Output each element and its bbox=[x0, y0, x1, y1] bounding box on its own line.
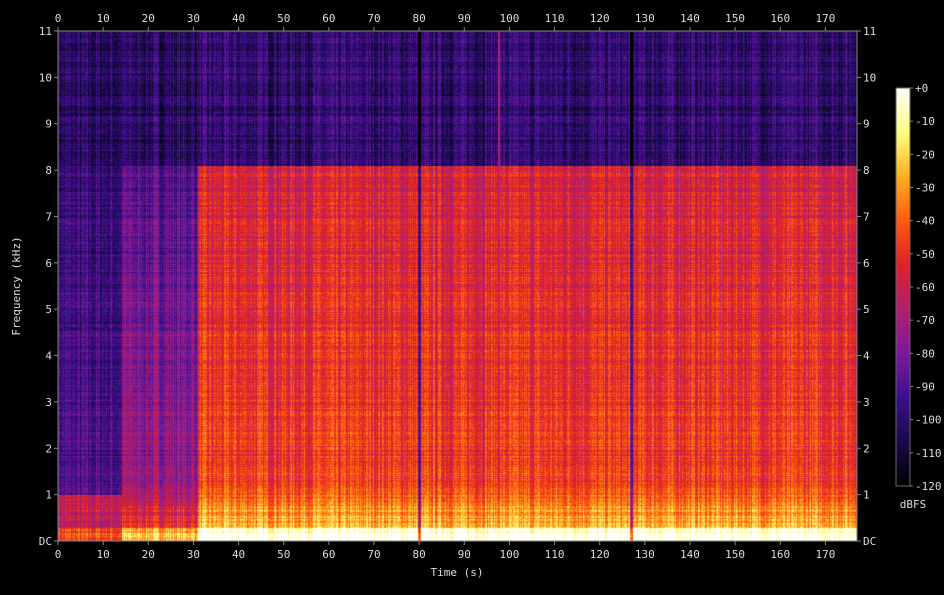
x-tick-label-bottom-160: 160 bbox=[770, 548, 790, 561]
y-tick-label-left-2: 2 bbox=[45, 442, 52, 455]
x-tick-label-top-50: 50 bbox=[277, 12, 290, 25]
y-tick-label-left-9: 9 bbox=[45, 118, 52, 131]
y-tick-label-left-1: 1 bbox=[45, 489, 52, 502]
colorbar-tick-label-10: -100 bbox=[915, 414, 942, 427]
x-tick-label-top-80: 80 bbox=[413, 12, 426, 25]
x-tick-label-top-10: 10 bbox=[97, 12, 110, 25]
x-tick-label-top-160: 160 bbox=[770, 12, 790, 25]
colorbar-gradient-bar bbox=[895, 87, 911, 487]
y-tick-label-left-8: 8 bbox=[45, 164, 52, 177]
y-axis-label: Frequency (kHz) bbox=[10, 236, 23, 335]
x-tick-label-bottom-140: 140 bbox=[680, 548, 700, 561]
spectrogram-chart: 0 0 10 10 20 20 30 30 40 40 50 50 60 60 70 70 80 80 90 90 10… bbox=[10, 12, 942, 579]
x-tick-label-bottom-30: 30 bbox=[187, 548, 200, 561]
x-tick-label-top-90: 90 bbox=[458, 12, 471, 25]
y-tick-label-left-5: 5 bbox=[45, 303, 52, 316]
x-tick-label-bottom-150: 150 bbox=[725, 548, 745, 561]
x-tick-label-bottom-0: 0 bbox=[55, 548, 62, 561]
x-tick-label-top-130: 130 bbox=[635, 12, 655, 25]
x-tick-label-bottom-90: 90 bbox=[458, 548, 471, 561]
y-tick-label-right-7: 7 bbox=[863, 210, 870, 223]
x-tick-label-bottom-130: 130 bbox=[635, 548, 655, 561]
colorbar-tick-label-8: -80 bbox=[915, 347, 935, 360]
x-tick-label-bottom-40: 40 bbox=[232, 548, 245, 561]
y-tick-label-left-7: 7 bbox=[45, 210, 52, 223]
x-tick-label-top-60: 60 bbox=[322, 12, 335, 25]
y-tick-label-right-9: 9 bbox=[863, 118, 870, 131]
x-tick-label-bottom-120: 120 bbox=[590, 548, 610, 561]
y-tick-label-left-4: 4 bbox=[45, 350, 52, 363]
y-tick-label-right-2: 2 bbox=[863, 442, 870, 455]
x-tick-label-top-20: 20 bbox=[142, 12, 155, 25]
colorbar-tick-label-6: -60 bbox=[915, 281, 935, 294]
x-tick-label-bottom-20: 20 bbox=[142, 548, 155, 561]
y-tick-label-right-3: 3 bbox=[863, 396, 870, 409]
x-tick-label-top-120: 120 bbox=[590, 12, 610, 25]
colorbar-tick-label-3: -30 bbox=[915, 182, 935, 195]
x-tick-label-top-40: 40 bbox=[232, 12, 245, 25]
x-tick-label-bottom-10: 10 bbox=[97, 548, 110, 561]
y-tick-label-right-8: 8 bbox=[863, 164, 870, 177]
colorbar-tick-label-12: -120 bbox=[915, 480, 942, 493]
colorbar-tick-label-0: +0 bbox=[915, 82, 928, 95]
x-tick-label-bottom-60: 60 bbox=[322, 548, 335, 561]
x-tick-label-top-0: 0 bbox=[55, 12, 62, 25]
colorbar-tick-label-9: -90 bbox=[915, 381, 935, 394]
y-tick-label-left-6: 6 bbox=[45, 257, 52, 270]
colorbar: +0 -10 -20 -30 -40 -50 -60 -70 -80 -90 -100 -110 -12… bbox=[895, 82, 942, 493]
x-tick-label-top-30: 30 bbox=[187, 12, 200, 25]
y-tick-label-right-5: 5 bbox=[863, 303, 870, 316]
colorbar-tick-label-4: -40 bbox=[915, 215, 935, 228]
y-tick-label-left-10: 10 bbox=[39, 71, 52, 84]
x-axis-label: Time (s) bbox=[431, 566, 484, 579]
plot-area bbox=[58, 31, 857, 541]
colorbar-tick-label-11: -110 bbox=[915, 447, 942, 460]
x-tick-label-bottom-50: 50 bbox=[277, 548, 290, 561]
x-tick-label-bottom-170: 170 bbox=[815, 548, 835, 561]
spectrogram-heatmap bbox=[58, 31, 857, 541]
x-tick-label-bottom-100: 100 bbox=[499, 548, 519, 561]
y-tick-label-right-4: 4 bbox=[863, 350, 870, 363]
y-tick-label-right-11: 11 bbox=[863, 25, 876, 38]
y-tick-label-right-DC: DC bbox=[863, 535, 876, 548]
colorbar-tick-label-2: -20 bbox=[915, 148, 935, 161]
x-tick-label-bottom-110: 110 bbox=[545, 548, 565, 561]
x-tick-label-top-170: 170 bbox=[815, 12, 835, 25]
x-tick-label-bottom-70: 70 bbox=[367, 548, 380, 561]
y-tick-label-right-6: 6 bbox=[863, 257, 870, 270]
x-tick-label-top-70: 70 bbox=[367, 12, 380, 25]
y-tick-label-left-3: 3 bbox=[45, 396, 52, 409]
x-tick-label-top-150: 150 bbox=[725, 12, 745, 25]
x-tick-label-top-100: 100 bbox=[499, 12, 519, 25]
colorbar-tick-label-1: -10 bbox=[915, 115, 935, 128]
x-tick-label-top-110: 110 bbox=[545, 12, 565, 25]
spectrogram-figure: 0 0 10 10 20 20 30 30 40 40 50 50 60 60 70 70 80 80 90 90 10… bbox=[0, 0, 944, 591]
colorbar-tick-label-5: -50 bbox=[915, 248, 935, 261]
y-tick-label-right-10: 10 bbox=[863, 71, 876, 84]
x-tick-label-top-140: 140 bbox=[680, 12, 700, 25]
colorbar-label: dBFS bbox=[900, 498, 927, 511]
y-tick-label-right-1: 1 bbox=[863, 489, 870, 502]
x-tick-label-bottom-80: 80 bbox=[413, 548, 426, 561]
colorbar-tick-label-7: -70 bbox=[915, 314, 935, 327]
y-tick-label-left-DC: DC bbox=[39, 535, 52, 548]
y-tick-label-left-11: 11 bbox=[39, 25, 52, 38]
